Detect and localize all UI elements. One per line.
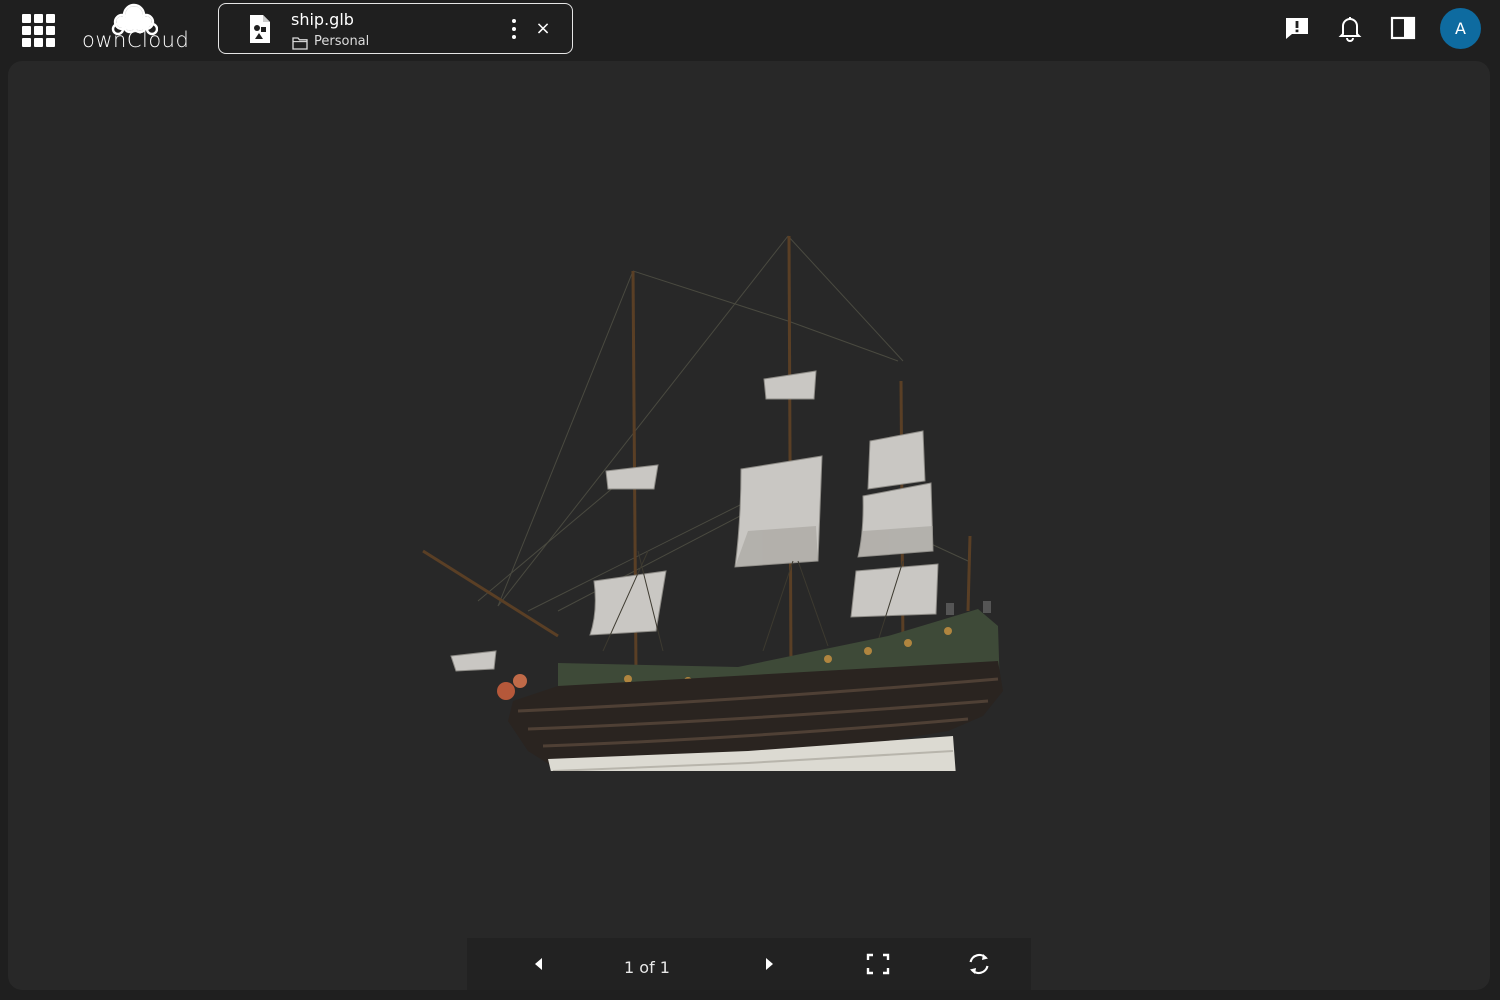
- 3d-file-icon: [250, 15, 270, 43]
- fullscreen-button[interactable]: [861, 938, 895, 990]
- feedback-icon[interactable]: [1283, 14, 1311, 42]
- rigging: [477, 235, 969, 612]
- reset-view-button[interactable]: [961, 938, 997, 990]
- viewer-controls: 1 of 1: [467, 938, 1031, 990]
- file-location[interactable]: Personal: [314, 34, 369, 49]
- sails: [450, 370, 939, 672]
- open-file-chip[interactable]: ship.glb Personal ×: [218, 3, 573, 54]
- figurehead: [497, 682, 515, 700]
- brand-name: ownCloud: [82, 28, 190, 52]
- apps-grid-icon[interactable]: [18, 10, 58, 48]
- fullscreen-icon: [866, 953, 890, 975]
- caret-left-icon: [535, 958, 542, 970]
- owncloud-logo[interactable]: ownCloud: [80, 2, 190, 54]
- caret-right-icon: [766, 958, 773, 970]
- bell-icon[interactable]: [1336, 14, 1364, 42]
- model-viewer: 1 of 1: [8, 61, 1490, 990]
- close-file-button[interactable]: ×: [533, 16, 553, 42]
- more-vertical-icon[interactable]: [507, 16, 521, 42]
- 3d-model-canvas[interactable]: [408, 231, 1008, 771]
- reset-view-icon: [969, 953, 989, 975]
- next-button[interactable]: [755, 938, 785, 990]
- sidebar-panel-icon[interactable]: [1389, 14, 1417, 42]
- page-counter: 1 of 1: [624, 958, 670, 977]
- file-name: ship.glb: [291, 10, 354, 29]
- folder-icon: [292, 37, 308, 50]
- previous-button[interactable]: [523, 938, 553, 990]
- top-bar: ownCloud ship.glb Personal × A: [0, 0, 1500, 60]
- user-avatar[interactable]: A: [1440, 8, 1481, 49]
